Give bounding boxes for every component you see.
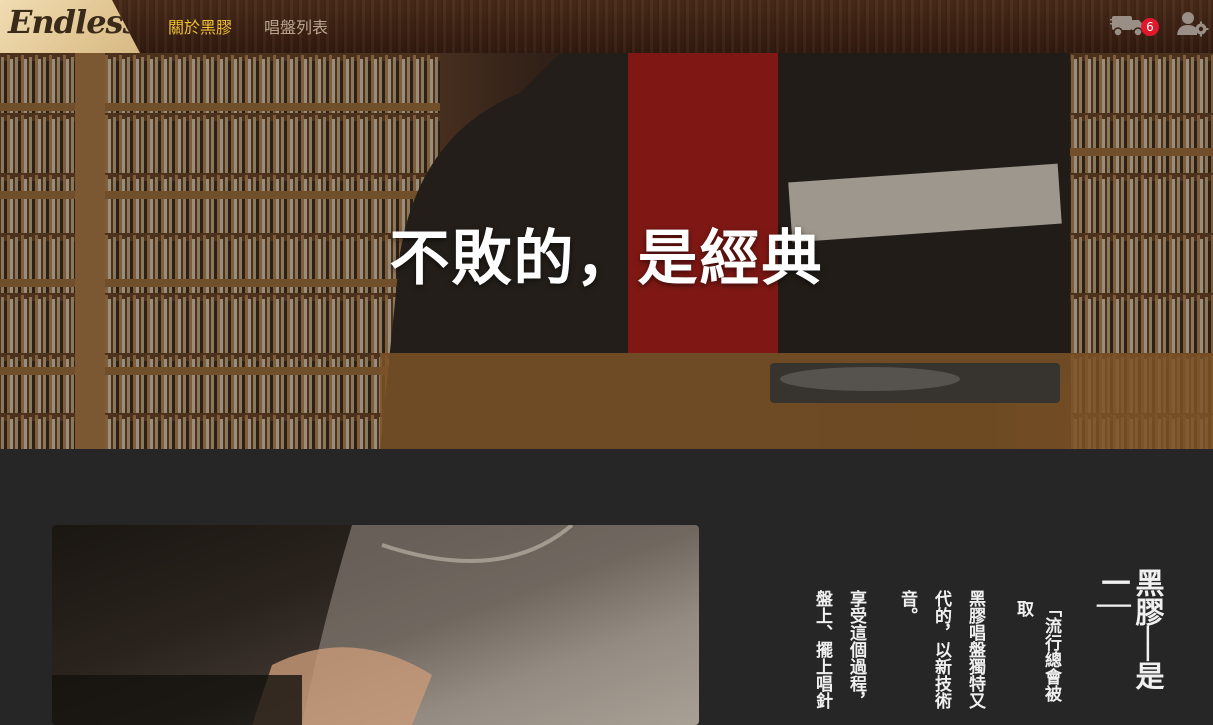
hero-title: 不敗的，是經典 (389, 224, 824, 294)
about-vertical-text: 黑膠──是一│ 「流行總會被取 黑膠唱盤獨特又代的，以新技術音。 享受這個過程，… (800, 568, 1165, 718)
navbar: Endless 關於黑膠 唱盤列表 6 (0, 0, 1213, 53)
photo-detail (52, 525, 699, 725)
brand-logo[interactable]: Endless (0, 0, 140, 53)
nav-link-about-vinyl[interactable]: 關於黑膠 (168, 14, 232, 38)
user-settings-button[interactable] (1176, 10, 1210, 38)
section-quote: 「流行總會被取 (1013, 600, 1061, 702)
section-paragraph-1: 黑膠唱盤獨特又代的，以新技術音。 (897, 590, 985, 709)
nav-link-turntable-list[interactable]: 唱盤列表 (264, 14, 328, 38)
logo-text: Endless (8, 3, 140, 41)
turntable-photo (52, 525, 699, 725)
section-heading: 黑膠──是一│ (1097, 568, 1165, 690)
user-gear-icon (1177, 12, 1209, 37)
hero-banner: 不敗的，是經典 (0, 53, 1213, 449)
section-paragraph-2: 享受這個過程，盤上、擺上唱針 (812, 590, 866, 709)
cart-count-badge: 6 (1141, 18, 1159, 36)
